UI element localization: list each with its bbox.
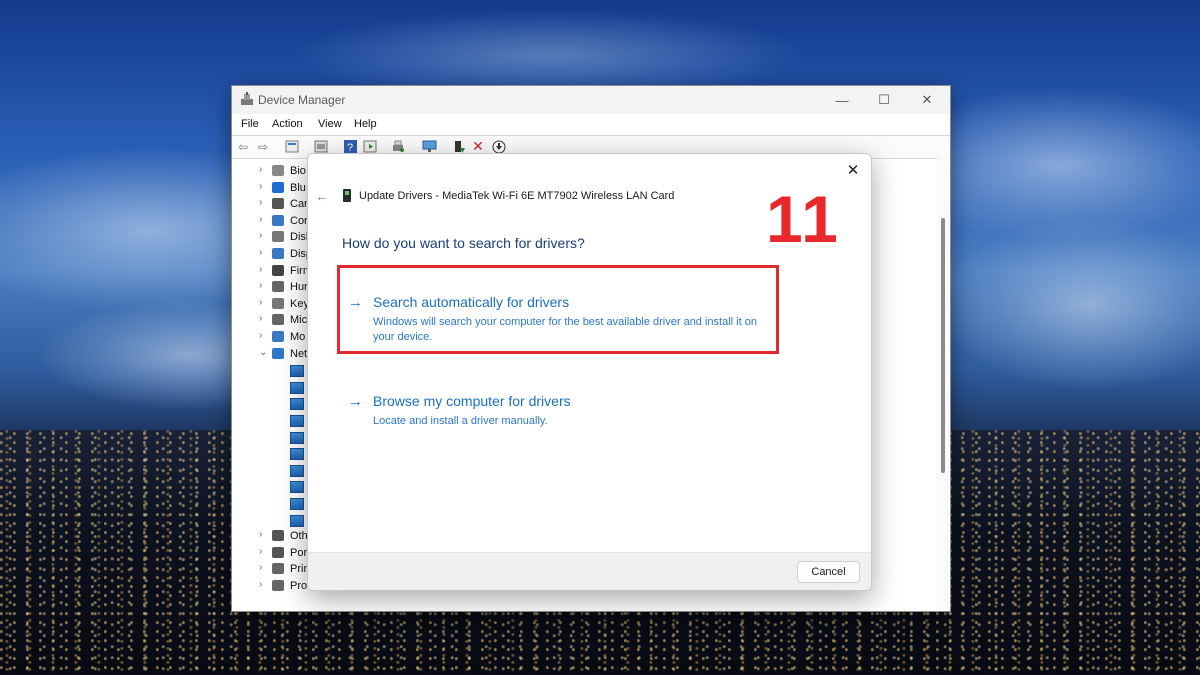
monitor-icon [272, 331, 284, 342]
tree-item-label: Hur [290, 281, 308, 294]
step-number: 11 [766, 182, 840, 256]
network-adapter-icon[interactable] [290, 381, 304, 394]
tree-item-label: Net [290, 347, 308, 360]
chevron-right-icon[interactable]: › [259, 181, 262, 192]
window-title: Device Manager [258, 93, 346, 107]
port-icon [272, 546, 284, 558]
option-description: Locate and install a driver manually. [373, 415, 548, 427]
option-title: Browse my computer for drivers [373, 393, 571, 409]
tree-item-label: Blu [290, 181, 306, 194]
help-icon[interactable]: ? [342, 139, 358, 154]
print-icon[interactable] [390, 139, 406, 154]
chevron-right-icon[interactable]: › [259, 546, 262, 557]
chevron-right-icon[interactable]: › [259, 313, 262, 324]
monitor-icon[interactable] [421, 139, 437, 154]
camera-icon [272, 198, 284, 210]
printer-icon [272, 563, 284, 575]
show-hide-icon[interactable] [313, 139, 329, 154]
chevron-right-icon[interactable]: › [259, 264, 262, 275]
network-adapter-icon[interactable] [290, 481, 304, 494]
firmware-icon [272, 264, 284, 276]
back-arrow-icon[interactable]: ← [314, 188, 330, 204]
forward-arrow-icon[interactable]: ⇨ [255, 139, 271, 154]
dialog-close-button[interactable]: ✕ [843, 160, 863, 180]
menu-file[interactable]: File [241, 118, 259, 130]
network-adapter-icon[interactable] [290, 498, 304, 510]
svg-text:?: ? [347, 142, 353, 154]
tree-item-label: Mo [290, 331, 306, 343]
arrow-right-icon: → [348, 294, 363, 311]
fingerprint-icon [272, 165, 284, 176]
tree-item-label: Pro [290, 580, 308, 592]
chevron-down-icon[interactable]: ⌄ [259, 347, 267, 358]
network-adapter-icon[interactable] [290, 514, 304, 527]
cancel-button[interactable]: Cancel [797, 561, 860, 583]
update-drivers-dialog: ✕ ← Update Drivers - MediaTek Wi-Fi 6E M… [307, 153, 872, 591]
chevron-right-icon[interactable]: › [259, 197, 262, 208]
hid-icon [272, 281, 284, 293]
tree-item-label: Bio [290, 165, 306, 177]
display-icon [272, 248, 284, 259]
chevron-right-icon[interactable]: › [259, 164, 262, 175]
processor-icon [272, 580, 284, 591]
vertical-scrollbar[interactable] [937, 158, 949, 608]
chevron-right-icon[interactable]: › [259, 280, 262, 291]
keyboard-icon [272, 297, 284, 309]
uninstall-icon[interactable]: ✕ [470, 138, 486, 154]
dialog-title: Update Drivers - MediaTek Wi-Fi 6E MT790… [359, 190, 675, 202]
disk-icon [272, 231, 284, 243]
chevron-right-icon[interactable]: › [259, 230, 262, 241]
back-arrow-icon[interactable]: ⇦ [235, 139, 251, 154]
other-devices-icon [272, 530, 284, 542]
menu-help[interactable]: Help [354, 118, 377, 130]
menu-view[interactable]: View [318, 118, 342, 130]
scrollbar-thumb[interactable] [941, 218, 945, 473]
network-adapter-icon[interactable] [290, 415, 304, 427]
maximize-button[interactable]: ☐ [869, 89, 899, 111]
device-manager-icon [241, 92, 253, 105]
chevron-right-icon[interactable]: › [259, 562, 262, 573]
tree-item-label: Oth [290, 530, 308, 543]
network-adapter-icon[interactable] [290, 464, 304, 477]
chevron-right-icon[interactable]: › [259, 214, 262, 225]
tree-item-label: Mic [290, 314, 308, 327]
close-button[interactable]: ✕ [912, 89, 942, 111]
chevron-right-icon[interactable]: › [259, 330, 262, 341]
menu-bar: File Action View Help [232, 114, 950, 134]
dialog-question: How do you want to search for drivers? [342, 235, 585, 251]
chevron-right-icon[interactable]: › [259, 297, 262, 308]
chevron-right-icon[interactable]: › [259, 579, 262, 590]
network-adapter-icon[interactable] [290, 448, 304, 461]
network-icon [272, 347, 284, 359]
browse-computer-option[interactable]: → Browse my computer for drivers Locate … [348, 393, 768, 433]
network-adapter-icon[interactable] [290, 398, 304, 411]
minimize-button[interactable]: — [827, 89, 857, 111]
option-description: Windows will search your computer for th… [373, 316, 757, 343]
network-adapter-icon[interactable] [290, 365, 304, 378]
computer-icon [272, 214, 284, 226]
bluetooth-icon [272, 181, 284, 193]
arrow-right-icon: → [348, 393, 363, 410]
dialog-footer: Cancel [308, 552, 871, 590]
title-bar[interactable]: Device Manager — ☐ ✕ [232, 86, 950, 114]
download-icon[interactable] [491, 139, 507, 154]
tree-item-label: Por [290, 546, 308, 559]
properties-icon[interactable] [284, 139, 300, 154]
run-icon[interactable] [362, 139, 378, 154]
search-automatically-option[interactable]: → Search automatically for drivers Windo… [348, 294, 768, 344]
network-adapter-icon[interactable] [290, 431, 304, 444]
network-adapter-icon [343, 189, 351, 202]
option-title: Search automatically for drivers [373, 294, 570, 310]
chevron-right-icon[interactable]: › [259, 529, 262, 540]
tree-item-label: Cor [290, 214, 308, 227]
update-driver-icon[interactable] [451, 139, 467, 154]
menu-action[interactable]: Action [272, 118, 303, 130]
chevron-right-icon[interactable]: › [259, 247, 262, 258]
mouse-icon [272, 314, 284, 326]
